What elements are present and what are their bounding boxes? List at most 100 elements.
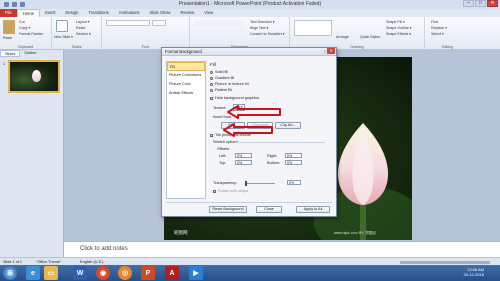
tab-transitions[interactable]: Transitions: [83, 9, 113, 17]
help-icon[interactable]: ?: [324, 49, 326, 54]
tab-slide-show[interactable]: Slide Show: [145, 9, 176, 17]
smartart-button[interactable]: Convert to SmartArt ▾: [250, 32, 285, 36]
chrome-icon[interactable]: ◉: [96, 266, 110, 280]
tab-view[interactable]: View: [199, 9, 218, 17]
start-icon[interactable]: ⊞: [3, 266, 17, 280]
media-icon[interactable]: ▶: [189, 266, 203, 280]
transparency-input[interactable]: 0%: [287, 180, 301, 185]
section-button[interactable]: Section ▾: [76, 32, 91, 36]
left-offset-input[interactable]: 0%: [235, 153, 252, 158]
shape-effects-button[interactable]: Shape Effects ▾: [386, 32, 411, 36]
format-painter-button[interactable]: Format Painter: [19, 32, 43, 36]
option-picture-fill[interactable]: Picture or texture fill: [210, 82, 249, 86]
slide-thumbnail[interactable]: [8, 60, 60, 93]
radio-icon[interactable]: [210, 76, 213, 80]
maximize-button[interactable]: □: [475, 0, 486, 7]
radio-icon[interactable]: [210, 82, 213, 86]
reset-button[interactable]: Reset: [76, 26, 85, 30]
watermark-author: BY: 郑国民: [358, 231, 376, 235]
text-direction-button[interactable]: Text Direction ▾: [250, 20, 275, 24]
nav-fill[interactable]: Fill: [167, 62, 205, 71]
new-slide-button[interactable]: New Slide ▾: [54, 35, 73, 39]
tab-design[interactable]: Design: [60, 9, 83, 17]
dialog-title: Format Background: [165, 49, 202, 54]
transparency-slider[interactable]: [245, 180, 275, 186]
theme-name: "Office Theme": [36, 260, 62, 264]
checkbox-icon[interactable]: [213, 189, 216, 193]
firefox-icon[interactable]: ◎: [118, 266, 132, 280]
option-pattern-fill[interactable]: Pattern fill: [210, 88, 232, 92]
tab-slides[interactable]: Slides: [0, 50, 21, 57]
font-size-box[interactable]: [152, 20, 166, 26]
paste-button[interactable]: Paste: [3, 36, 12, 40]
powerpoint-icon[interactable]: P: [141, 266, 155, 280]
dialog-close-text-button[interactable]: Close: [256, 206, 282, 213]
quick-styles-button[interactable]: Quick Styles: [360, 35, 380, 39]
option-label: Solid fill: [215, 70, 229, 74]
right-offset-input[interactable]: 0%: [285, 153, 302, 158]
option-gradient-fill[interactable]: Gradient fill: [210, 76, 234, 80]
radio-icon[interactable]: [210, 88, 213, 92]
right-offset-label: Right:: [267, 154, 277, 158]
select-button[interactable]: Select ▾: [431, 32, 444, 36]
minimize-button[interactable]: –: [463, 0, 474, 7]
close-button[interactable]: ✕: [487, 0, 498, 7]
tab-review[interactable]: Review: [175, 9, 199, 17]
tab-file[interactable]: File: [0, 9, 17, 17]
cut-button[interactable]: Cut: [19, 20, 25, 24]
clip-art-button[interactable]: Clip Art...: [275, 122, 301, 129]
hide-graphics-checkbox[interactable]: Hide background graphics: [210, 96, 259, 100]
option-label: Gradient fill: [215, 76, 235, 80]
top-offset-input[interactable]: 0%: [235, 160, 252, 165]
copy-button[interactable]: Copy ▾: [19, 26, 30, 30]
apply-to-all-button[interactable]: Apply to All: [296, 206, 330, 213]
shapes-gallery[interactable]: [294, 20, 332, 36]
arrange-button[interactable]: Arrange: [336, 35, 349, 39]
clock-date: 30-12-2016: [463, 272, 484, 277]
layout-button[interactable]: Layout ▾: [76, 20, 90, 24]
slider-thumb[interactable]: [245, 180, 247, 186]
acrobat-icon[interactable]: A: [165, 266, 179, 280]
checkbox-icon[interactable]: [210, 96, 213, 100]
replace-button[interactable]: Replace ▾: [431, 26, 447, 30]
paste-icon[interactable]: [3, 20, 15, 34]
slides-group-label: Slides: [71, 45, 82, 49]
reset-background-button[interactable]: Reset Background: [209, 206, 247, 213]
status-bar: Slide 1 of 1 "Office Theme" English (U.S…: [0, 257, 500, 265]
tab-insert[interactable]: Insert: [40, 9, 60, 17]
editing-group-label: Editing: [442, 45, 453, 49]
ie-icon[interactable]: e: [26, 266, 40, 280]
option-solid-fill[interactable]: Solid fill: [210, 70, 228, 74]
language-status[interactable]: English (U.S.): [80, 260, 103, 264]
notes-placeholder: Click to add notes: [80, 246, 128, 252]
list-buttons[interactable]: [194, 20, 244, 26]
alignment-buttons[interactable]: [194, 29, 244, 35]
zoom-slider[interactable]: [400, 260, 490, 264]
folder-icon[interactable]: ▭: [44, 266, 58, 280]
dialog-nav: Fill Picture Corrections Picture Color A…: [166, 61, 206, 199]
shape-fill-button[interactable]: Shape Fill ▾: [386, 20, 405, 24]
align-text-button[interactable]: Align Text ▾: [250, 26, 268, 30]
tab-home[interactable]: Home: [16, 9, 40, 17]
checkbox-icon[interactable]: [210, 133, 213, 137]
nav-artistic-effects[interactable]: Artistic Effects: [167, 89, 205, 98]
transparency-label: Transparency:: [213, 181, 238, 185]
tab-animations[interactable]: Animations: [114, 9, 145, 17]
system-clock[interactable]: 12:08 AM 30-12-2016: [464, 267, 484, 277]
word-icon[interactable]: W: [73, 266, 87, 280]
font-name-box[interactable]: [106, 20, 150, 26]
nav-picture-corrections[interactable]: Picture Corrections: [167, 71, 205, 80]
divider: [235, 142, 325, 143]
tab-outline[interactable]: Outline: [20, 50, 40, 57]
notes-pane[interactable]: Click to add notes: [64, 241, 500, 257]
radio-icon[interactable]: [210, 70, 213, 74]
new-slide-icon[interactable]: [56, 20, 68, 32]
bottom-offset-input[interactable]: 0%: [285, 160, 302, 165]
slide-info: Slide 1 of 1: [3, 260, 22, 264]
shape-outline-button[interactable]: Shape Outline ▾: [386, 26, 412, 30]
find-button[interactable]: Find: [431, 20, 438, 24]
nav-picture-color[interactable]: Picture Color: [167, 80, 205, 89]
rotate-checkbox[interactable]: Rotate with shape: [213, 189, 248, 193]
dialog-close-button[interactable]: ✕: [327, 48, 335, 54]
font-format-buttons[interactable]: [106, 29, 176, 35]
